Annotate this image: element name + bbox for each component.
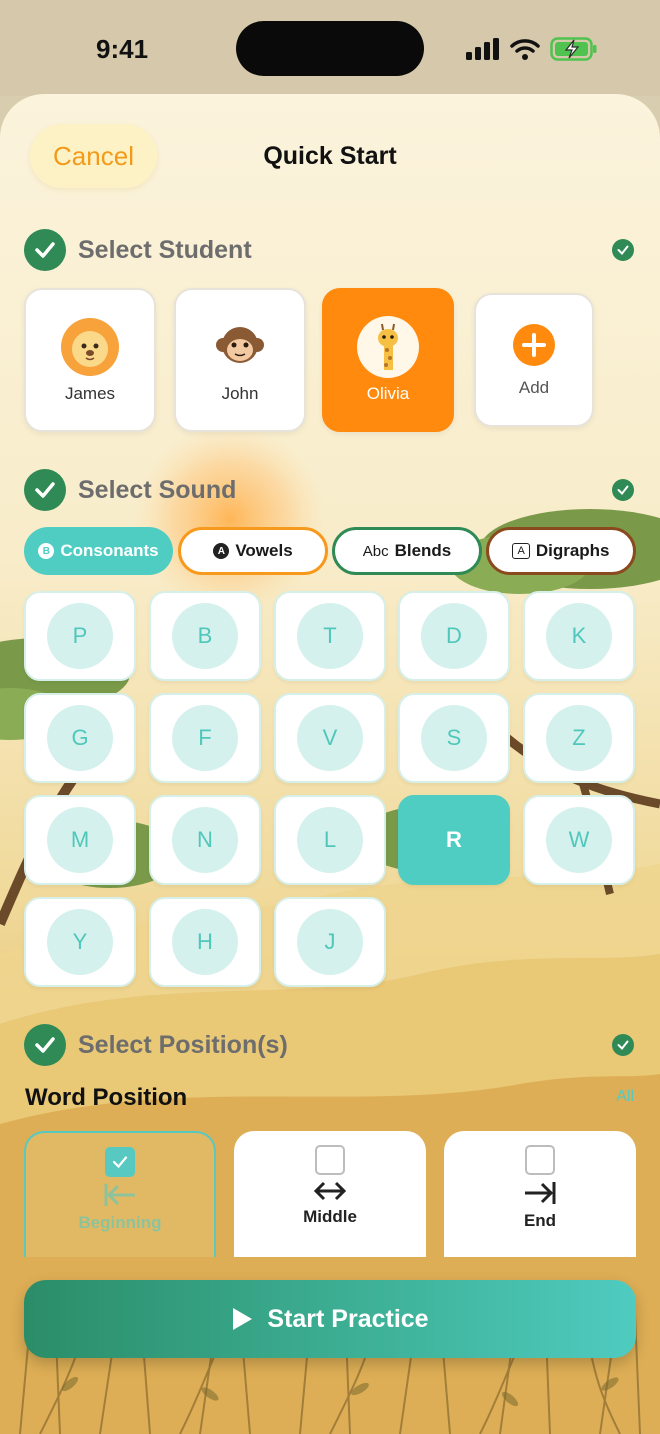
select-position-header: Select Position(s): [24, 1023, 288, 1067]
quick-start-sheet: Cancel Quick Start Select Student James: [0, 94, 660, 1434]
letter-tile-k[interactable]: K: [523, 591, 635, 681]
letter-tile-y[interactable]: Y: [24, 897, 136, 987]
letter-tile-t[interactable]: T: [274, 591, 386, 681]
tab-label: Vowels: [235, 541, 293, 560]
letter-tile-p[interactable]: P: [24, 591, 136, 681]
student-name: John: [221, 384, 259, 403]
checkbox-unchecked-icon: [525, 1145, 555, 1175]
letter-tile-b[interactable]: B: [149, 591, 261, 681]
sun-glow: [135, 424, 325, 614]
play-icon: [233, 1308, 253, 1330]
section-title: Select Position(s): [78, 1030, 288, 1059]
letter-label: H: [172, 909, 238, 975]
letter-tile-r[interactable]: R: [398, 795, 510, 885]
position-card-middle[interactable]: Middle: [234, 1131, 426, 1257]
letter-label: Y: [47, 909, 113, 975]
status-bar: 9:41: [0, 0, 660, 96]
giraffe-icon: [357, 316, 419, 378]
position-label: Beginning: [78, 1213, 162, 1232]
arrow-to-left-icon: [104, 1184, 135, 1206]
position-label: End: [523, 1211, 557, 1230]
letter-tile-g[interactable]: G: [24, 693, 136, 783]
letter-tile-n[interactable]: N: [149, 795, 261, 885]
add-student-label: Add: [518, 377, 550, 397]
select-student-header: Select Student: [24, 228, 252, 272]
start-practice-label: Start Practice: [267, 1304, 429, 1333]
student-name: Olivia: [366, 384, 410, 403]
letter-tile-d[interactable]: D: [398, 591, 510, 681]
position-label: Middle: [303, 1207, 357, 1226]
section-complete-check-icon: [612, 239, 634, 261]
student-name: James: [64, 384, 116, 403]
select-sound-header: Select Sound: [24, 468, 236, 512]
plus-circle-icon: [512, 323, 556, 372]
letter-tile-j[interactable]: J: [274, 897, 386, 987]
student-card-olivia[interactable]: Olivia: [322, 288, 454, 432]
section-title: Select Sound: [78, 475, 237, 504]
checkbox-unchecked-icon: [315, 1145, 345, 1175]
page-title: Quick Start: [263, 142, 397, 170]
digraphs-badge-icon: A: [512, 543, 530, 559]
position-card-end[interactable]: End: [444, 1131, 636, 1257]
battery-charging-icon: [550, 37, 597, 61]
letter-label: M: [47, 807, 113, 873]
consonants-badge-icon: B: [38, 543, 55, 559]
letter-label: K: [546, 603, 612, 669]
letter-tile-m[interactable]: M: [24, 795, 136, 885]
lion-icon: [59, 316, 121, 378]
arrow-to-right-icon: [525, 1182, 556, 1204]
letter-label: W: [546, 807, 612, 873]
checkbox-checked-icon: [105, 1147, 135, 1177]
letter-tile-z[interactable]: Z: [523, 693, 635, 783]
word-position-label: Word Position: [25, 1084, 188, 1111]
tab-label: Digraphs: [535, 541, 610, 560]
letter-label: L: [297, 807, 363, 873]
letter-label: B: [172, 603, 238, 669]
status-time: 9:41: [96, 34, 149, 64]
letter-tile-s[interactable]: S: [398, 693, 510, 783]
wifi-icon: [510, 39, 540, 60]
letter-label: Z: [546, 705, 612, 771]
letter-label: J: [297, 909, 363, 975]
add-student-button[interactable]: Add: [474, 293, 594, 427]
vowels-badge-icon: A: [213, 543, 230, 559]
monkey-icon: [209, 316, 271, 378]
start-practice-button[interactable]: Start Practice: [24, 1280, 636, 1358]
status-icons: [466, 36, 598, 62]
letter-label: G: [47, 705, 113, 771]
letter-label: R: [446, 827, 462, 852]
blends-badge-icon: Abc: [362, 542, 389, 560]
letter-tile-l[interactable]: L: [274, 795, 386, 885]
tab-digraphs[interactable]: A Digraphs: [486, 527, 636, 575]
tab-label: Consonants: [60, 541, 159, 560]
letter-label: P: [47, 603, 113, 669]
letter-label: F: [172, 705, 238, 771]
checkmark-circle-icon: [24, 469, 66, 511]
letter-tile-h[interactable]: H: [149, 897, 261, 987]
tab-blends[interactable]: Abc Blends: [332, 527, 482, 575]
student-card-john[interactable]: John: [174, 288, 306, 432]
tab-vowels[interactable]: A Vowels: [178, 527, 328, 575]
checkmark-circle-icon: [24, 1024, 66, 1066]
letter-label: N: [172, 807, 238, 873]
letter-label: V: [297, 705, 363, 771]
dynamic-island: [236, 21, 424, 76]
checkmark-circle-icon: [24, 229, 66, 271]
cellular-signal-icon: [466, 38, 499, 60]
section-complete-check-icon: [612, 479, 634, 501]
select-all-link[interactable]: All: [616, 1088, 634, 1106]
letter-label: D: [421, 603, 487, 669]
letter-tile-v[interactable]: V: [274, 693, 386, 783]
letter-tile-f[interactable]: F: [149, 693, 261, 783]
position-card-beginning[interactable]: Beginning: [24, 1131, 216, 1257]
letter-tile-w[interactable]: W: [523, 795, 635, 885]
student-card-james[interactable]: James: [24, 288, 156, 432]
tab-consonants[interactable]: B Consonants: [24, 527, 173, 575]
section-complete-check-icon: [612, 1034, 634, 1056]
arrow-left-right-icon: [313, 1181, 347, 1201]
tab-label: Blends: [394, 541, 452, 560]
letter-label: T: [297, 603, 363, 669]
section-title: Select Student: [78, 235, 252, 264]
letter-label: S: [421, 705, 487, 771]
